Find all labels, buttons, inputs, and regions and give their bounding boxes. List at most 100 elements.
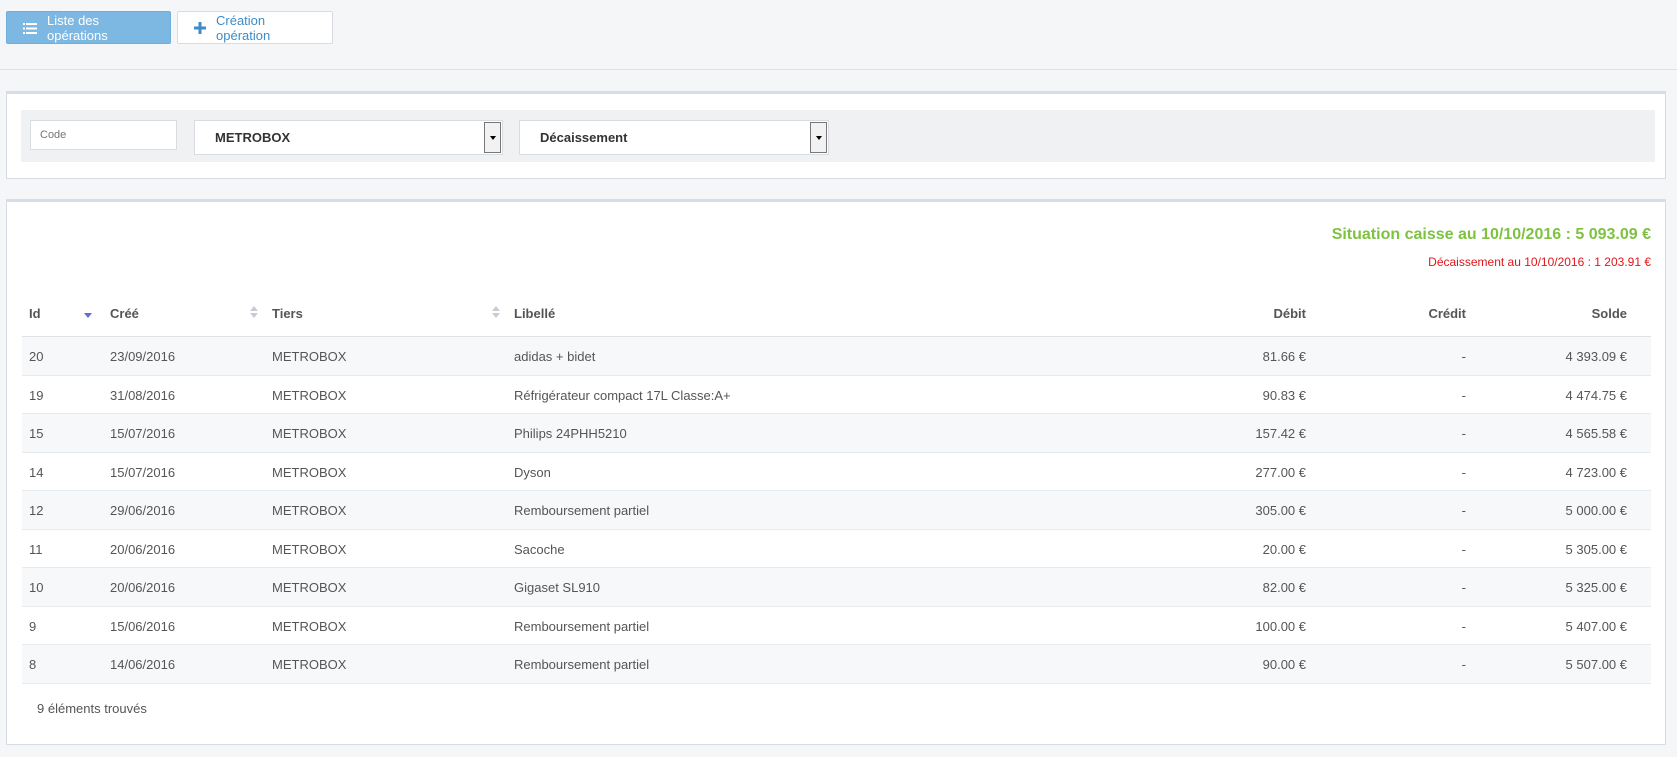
cell-debit: 100.00 € bbox=[1255, 618, 1306, 634]
table-header: Id Créé Tiers Libellé Débit Crédit Solde bbox=[22, 292, 1651, 337]
sort-icon[interactable] bbox=[492, 304, 500, 320]
cell-id: 19 bbox=[29, 387, 44, 403]
result-count: 9 éléments trouvés bbox=[37, 701, 147, 716]
code-input[interactable] bbox=[30, 120, 177, 150]
cell-tiers: METROBOX bbox=[272, 464, 347, 480]
cell-solde: 4 393.09 € bbox=[1565, 349, 1627, 364]
table-row[interactable]: 14 15/07/2016 METROBOX Dyson 277.00 € - … bbox=[22, 453, 1651, 491]
table-row[interactable]: 8 14/06/2016 METROBOX Remboursement part… bbox=[22, 645, 1651, 684]
cell-tiers: METROBOX bbox=[272, 580, 347, 595]
table-row[interactable]: 9 15/06/2016 METROBOX Remboursement part… bbox=[22, 607, 1651, 645]
create-operation-button[interactable]: Création opération bbox=[177, 11, 333, 44]
cell-tiers: METROBOX bbox=[272, 541, 347, 557]
create-operation-label: Création opération bbox=[216, 12, 271, 43]
cell-libelle: Philips 24PHH5210 bbox=[514, 426, 627, 441]
tiers-select[interactable]: METROBOX bbox=[194, 120, 503, 155]
cell-credit: - bbox=[1461, 541, 1466, 557]
cell-debit: 82.00 € bbox=[1262, 580, 1306, 595]
filter-bar: METROBOX Décaissement bbox=[21, 110, 1655, 162]
cell-debit: 90.00 € bbox=[1262, 657, 1306, 672]
cell-id: 20 bbox=[29, 349, 44, 364]
cell-debit: 81.66 € bbox=[1262, 349, 1306, 364]
cell-credit: - bbox=[1461, 618, 1466, 634]
type-select[interactable]: Décaissement bbox=[519, 120, 829, 155]
cash-situation: Situation caisse au 10/10/2016 : 5 093.0… bbox=[1331, 226, 1651, 243]
tiers-select-value: METROBOX bbox=[215, 130, 291, 145]
operations-panel: Situation caisse au 10/10/2016 : 5 093.0… bbox=[6, 199, 1666, 745]
table-row[interactable]: 15 15/07/2016 METROBOX Philips 24PHH5210… bbox=[22, 414, 1651, 453]
cell-libelle: adidas + bidet bbox=[514, 349, 596, 364]
cell-libelle: Dyson bbox=[514, 464, 551, 480]
chevron-down-icon[interactable] bbox=[810, 122, 827, 153]
cell-cree: 20/06/2016 bbox=[110, 580, 176, 595]
list-operations-button[interactable]: Liste des opérations bbox=[6, 11, 171, 44]
header-solde: Solde bbox=[1591, 306, 1627, 321]
cell-cree: 15/06/2016 bbox=[110, 618, 176, 634]
list-operations-label: Liste des opérations bbox=[47, 12, 108, 43]
header-id[interactable]: Id bbox=[29, 306, 41, 321]
cell-id: 15 bbox=[29, 426, 44, 441]
cell-libelle: Remboursement partiel bbox=[514, 618, 650, 634]
cell-credit: - bbox=[1461, 426, 1466, 441]
cell-solde: 4 474.75 € bbox=[1565, 387, 1627, 403]
cell-libelle: Réfrigérateur compact 17L Classe:A+ bbox=[514, 387, 731, 403]
cell-libelle: Remboursement partiel bbox=[514, 503, 650, 518]
table-row[interactable]: 10 20/06/2016 METROBOX Gigaset SL910 82.… bbox=[22, 568, 1651, 607]
cell-cree: 20/06/2016 bbox=[110, 541, 176, 557]
cell-tiers: METROBOX bbox=[272, 618, 347, 634]
cell-credit: - bbox=[1461, 387, 1466, 403]
header-cree[interactable]: Créé bbox=[110, 306, 139, 321]
cell-id: 11 bbox=[29, 541, 43, 557]
cell-cree: 31/08/2016 bbox=[110, 387, 176, 403]
cell-credit: - bbox=[1461, 349, 1466, 364]
cell-cree: 29/06/2016 bbox=[110, 503, 176, 518]
cell-cree: 15/07/2016 bbox=[110, 464, 176, 480]
cell-id: 14 bbox=[29, 464, 44, 480]
cell-cree: 15/07/2016 bbox=[110, 426, 176, 441]
cell-tiers: METROBOX bbox=[272, 657, 347, 672]
cell-solde: 4 723.00 € bbox=[1565, 464, 1627, 480]
cell-id: 8 bbox=[29, 657, 37, 672]
cell-credit: - bbox=[1461, 580, 1466, 595]
cell-solde: 5 305.00 € bbox=[1565, 541, 1627, 557]
cell-debit: 157.42 € bbox=[1255, 426, 1306, 441]
cell-id: 9 bbox=[29, 618, 37, 634]
table-row[interactable]: 20 23/09/2016 METROBOX adidas + bidet 81… bbox=[22, 337, 1651, 376]
filter-panel: METROBOX Décaissement bbox=[6, 91, 1666, 179]
cell-libelle: Sacoche bbox=[514, 541, 565, 557]
cell-cree: 14/06/2016 bbox=[110, 657, 176, 672]
table-row[interactable]: 12 29/06/2016 METROBOX Remboursement par… bbox=[22, 491, 1651, 530]
disbursement-total: Décaissement au 10/10/2016 : 1 203.91 € bbox=[1428, 255, 1651, 269]
header-tiers[interactable]: Tiers bbox=[272, 306, 303, 321]
sort-icon[interactable] bbox=[250, 304, 258, 320]
cell-debit: 277.00 € bbox=[1255, 464, 1306, 480]
cell-solde: 5 407.00 € bbox=[1565, 618, 1627, 634]
cell-libelle: Remboursement partiel bbox=[514, 657, 650, 672]
type-select-value: Décaissement bbox=[540, 130, 628, 145]
header-libelle: Libellé bbox=[514, 306, 556, 321]
cell-debit: 20.00 € bbox=[1262, 541, 1306, 557]
header-credit: Crédit bbox=[1428, 306, 1466, 321]
table-row[interactable]: 19 31/08/2016 METROBOX Réfrigérateur com… bbox=[22, 376, 1651, 414]
list-icon bbox=[23, 22, 37, 34]
header-debit: Débit bbox=[1273, 306, 1307, 321]
cell-credit: - bbox=[1461, 657, 1466, 672]
chevron-down-icon[interactable] bbox=[484, 122, 501, 153]
cell-tiers: METROBOX bbox=[272, 349, 347, 364]
cell-solde: 5 325.00 € bbox=[1565, 580, 1627, 595]
table-row[interactable]: 11 20/06/2016 METROBOX Sacoche 20.00 € -… bbox=[22, 530, 1651, 568]
operations-table: Id Créé Tiers Libellé Débit Crédit Solde… bbox=[22, 292, 1651, 684]
cell-solde: 5 000.00 € bbox=[1565, 503, 1627, 518]
cell-cree: 23/09/2016 bbox=[110, 349, 176, 364]
sort-desc-icon[interactable] bbox=[84, 304, 92, 320]
cell-credit: - bbox=[1461, 503, 1466, 518]
cell-debit: 305.00 € bbox=[1255, 503, 1306, 518]
cell-tiers: METROBOX bbox=[272, 387, 347, 403]
cell-id: 10 bbox=[29, 580, 44, 595]
cell-debit: 90.83 € bbox=[1262, 387, 1306, 403]
cell-solde: 5 507.00 € bbox=[1565, 657, 1627, 672]
cell-tiers: METROBOX bbox=[272, 426, 347, 441]
table-body: 20 23/09/2016 METROBOX adidas + bidet 81… bbox=[22, 337, 1651, 684]
cell-solde: 4 565.58 € bbox=[1565, 426, 1627, 441]
cell-tiers: METROBOX bbox=[272, 503, 347, 518]
